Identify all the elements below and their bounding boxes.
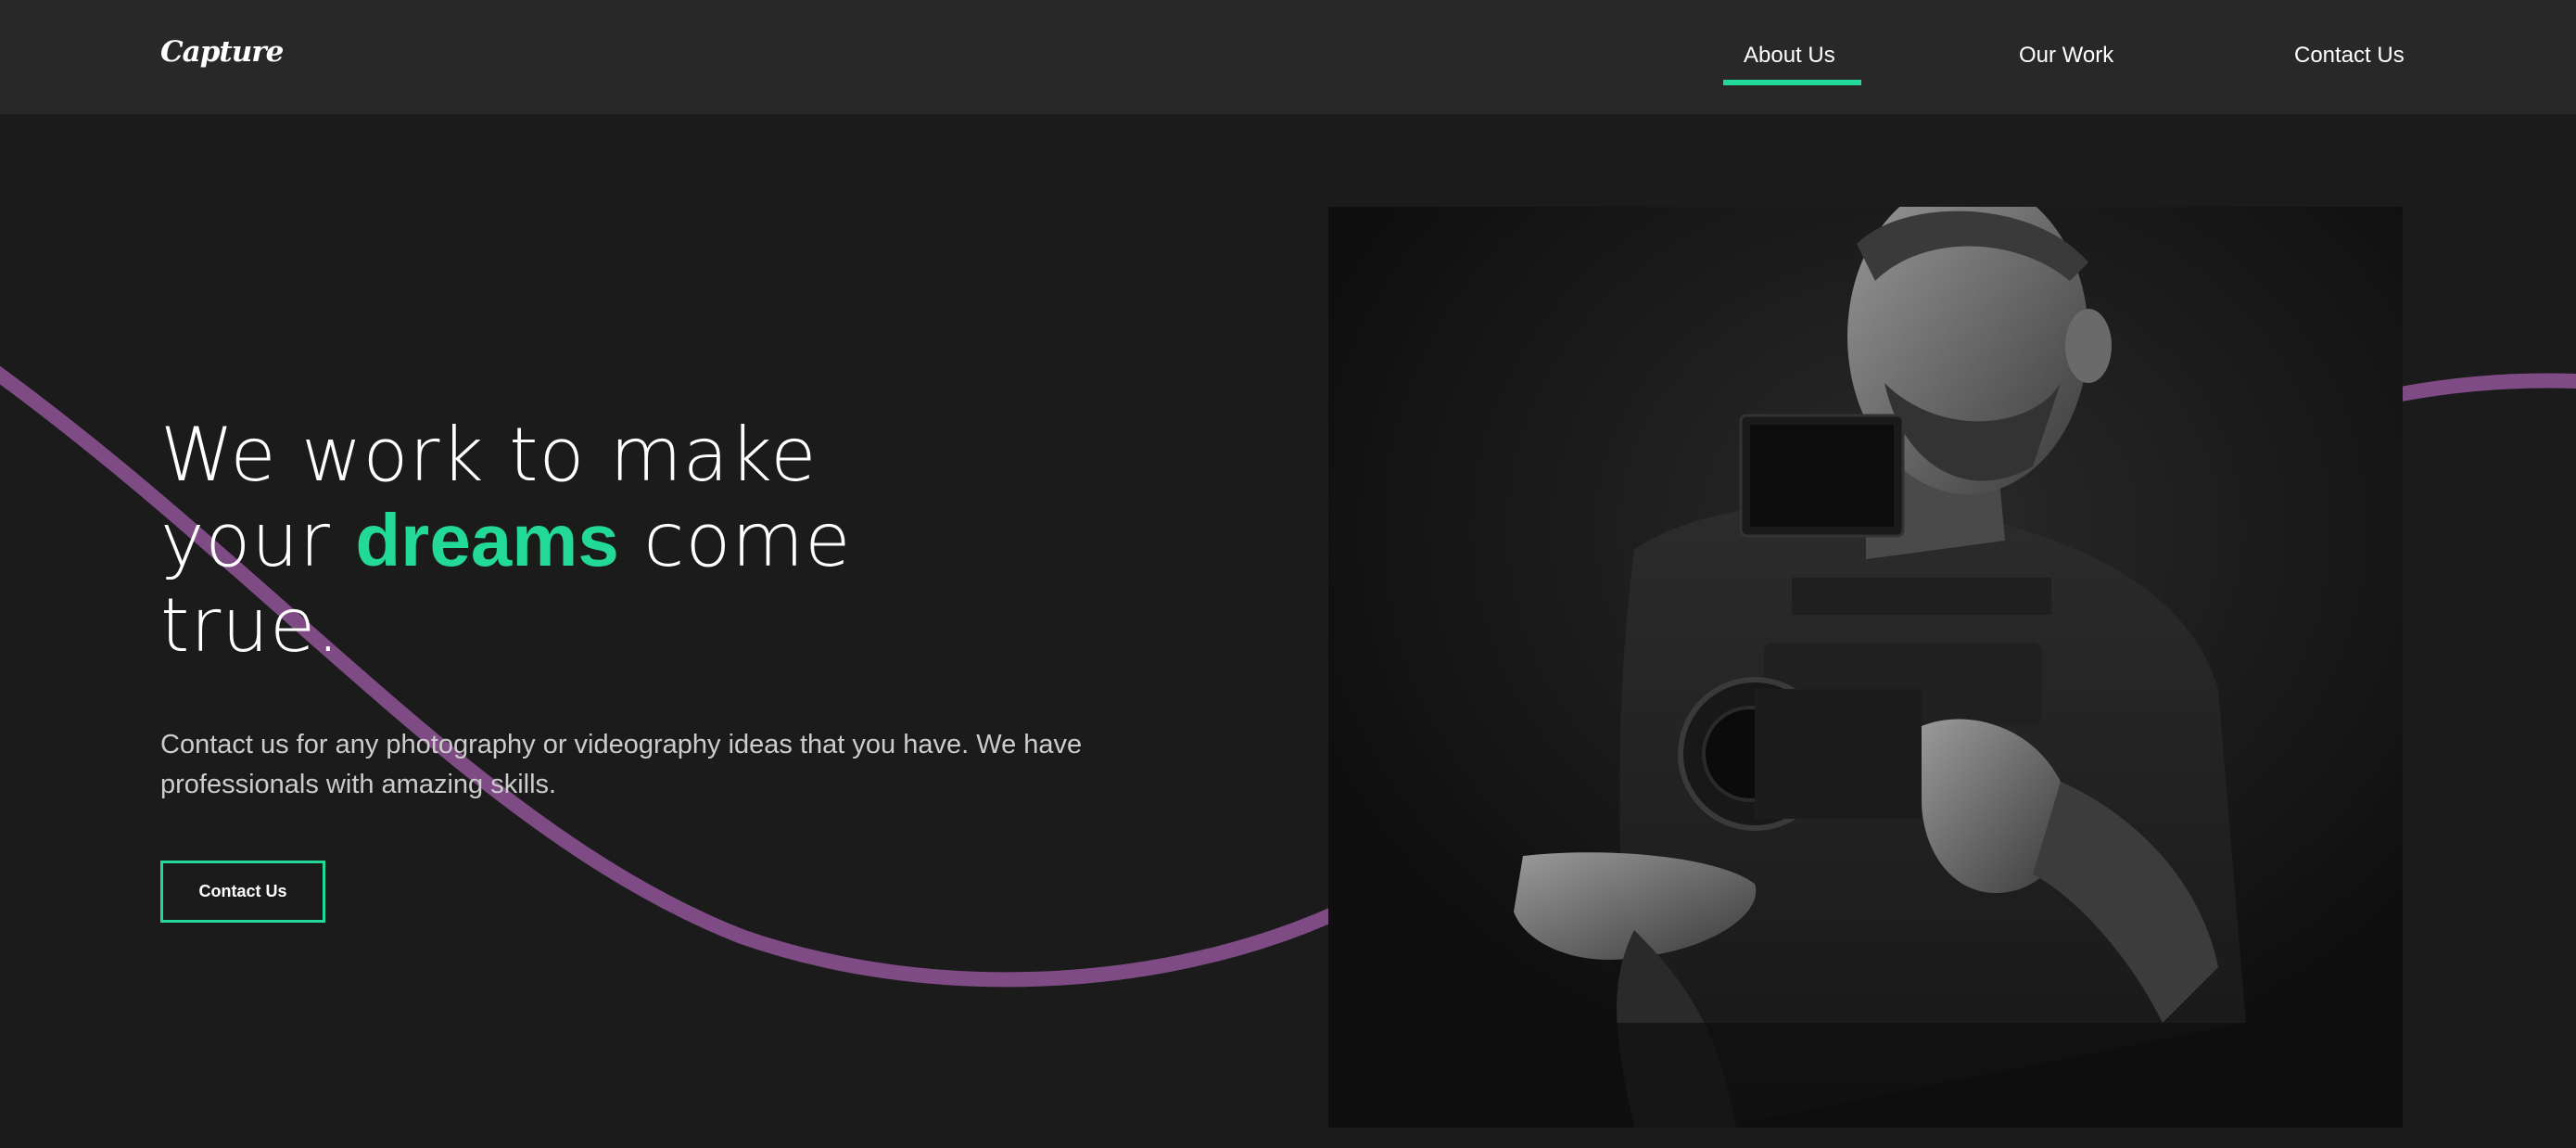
page: Capture About Us Our Work Contact Us We … xyxy=(0,0,2576,1148)
nav-link-contact-us[interactable]: Contact Us xyxy=(2294,43,2405,69)
hero-title-line3: true. xyxy=(160,582,341,669)
hero-title: We work to make your dreams come true. xyxy=(160,413,1087,669)
hero-title-accent: dreams xyxy=(355,499,619,581)
contact-us-button[interactable]: Contact Us xyxy=(160,861,325,923)
navbar: Capture About Us Our Work Contact Us xyxy=(0,0,2576,114)
logo[interactable]: Capture xyxy=(160,35,284,69)
hero-description: Contact us for any photography or videog… xyxy=(160,730,1083,799)
nav-link-our-work[interactable]: Our Work xyxy=(2019,43,2113,69)
nav-link-about-us[interactable]: About Us xyxy=(1744,43,1835,69)
active-nav-indicator xyxy=(1723,80,1861,85)
hero-title-line2-post: come xyxy=(618,497,852,583)
hero-title-line2-pre: your xyxy=(160,497,356,583)
hero-title-line1: We work to make xyxy=(160,412,818,498)
photographer-image xyxy=(1328,207,2403,1128)
